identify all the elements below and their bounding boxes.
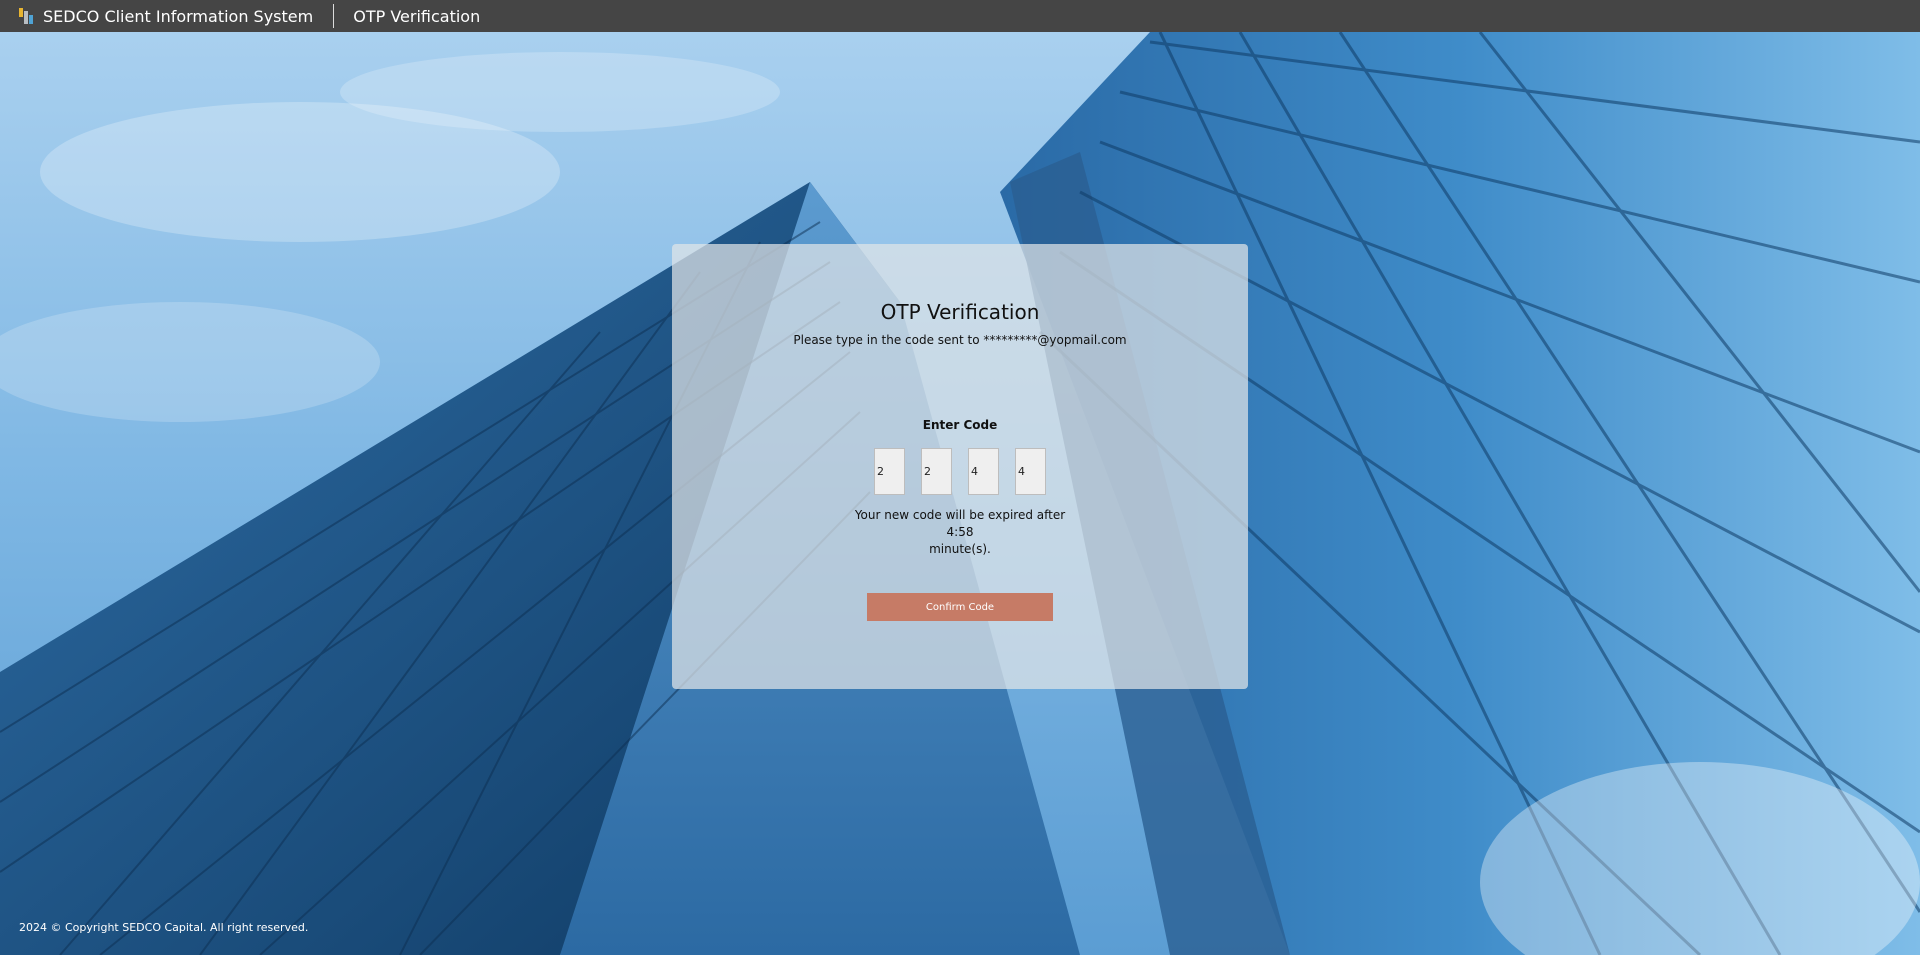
expire-timer: 4:58 bbox=[946, 525, 974, 539]
code-digit-input-2[interactable] bbox=[921, 448, 952, 495]
page-title: OTP Verification bbox=[353, 6, 481, 26]
expire-notice: Your new code will be expired after 4:58… bbox=[672, 507, 1248, 558]
expire-line-2: minute(s). bbox=[929, 542, 991, 556]
app-title: SEDCO Client Information System bbox=[43, 6, 314, 26]
code-inputs bbox=[672, 448, 1248, 495]
code-digit-input-4[interactable] bbox=[1015, 448, 1046, 495]
sedco-logo-icon bbox=[18, 7, 34, 25]
footer-copyright: 2024 © Copyright SEDCO Capital. All righ… bbox=[19, 921, 309, 934]
topbar-divider bbox=[333, 4, 335, 28]
card-subtitle: Please type in the code sent to ********… bbox=[793, 333, 1127, 347]
top-bar: SEDCO Client Information System OTP Veri… bbox=[0, 0, 1920, 32]
enter-code-label: Enter Code bbox=[922, 418, 998, 432]
card-title: OTP Verification bbox=[880, 300, 1040, 324]
confirm-code-button[interactable]: Confirm Code bbox=[867, 593, 1053, 621]
code-digit-input-1[interactable] bbox=[874, 448, 905, 495]
otp-card: OTP Verification Please type in the code… bbox=[672, 244, 1248, 689]
code-digit-input-3[interactable] bbox=[968, 448, 999, 495]
expire-line-1: Your new code will be expired after bbox=[854, 508, 1066, 522]
